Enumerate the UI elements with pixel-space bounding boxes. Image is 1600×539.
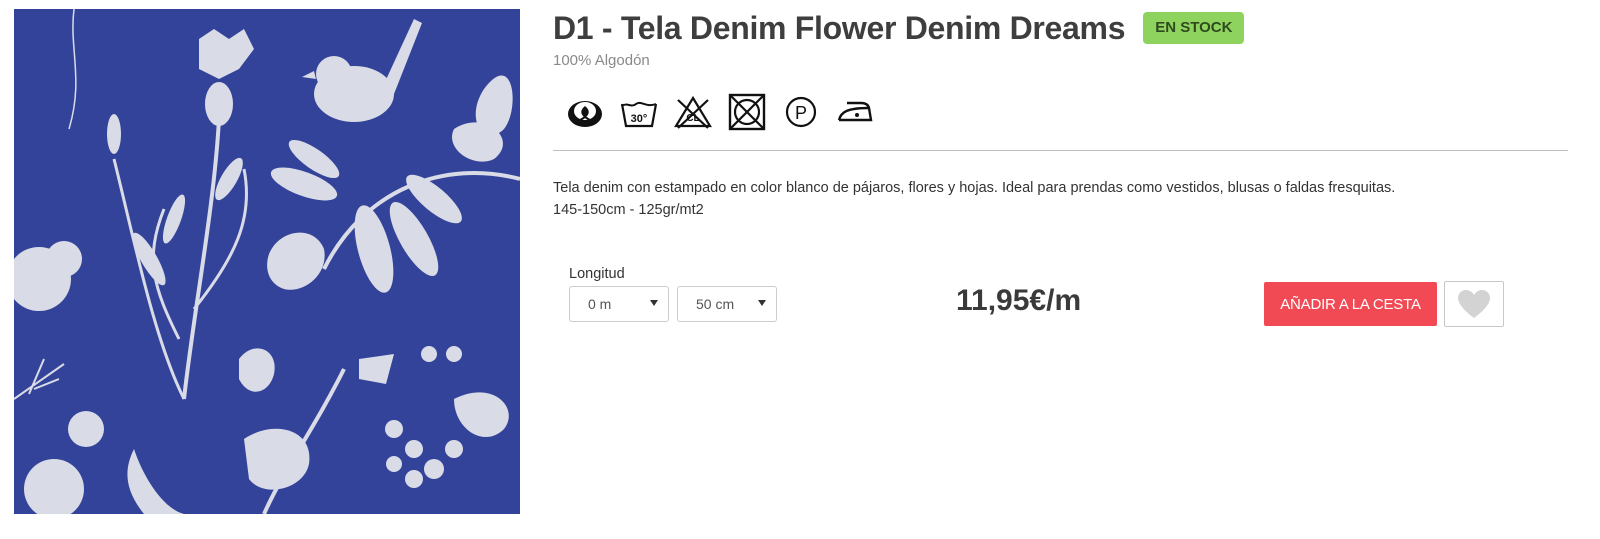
wash-30-label: 30° bbox=[631, 113, 648, 125]
cotton-icon bbox=[565, 92, 605, 132]
centimeters-select-value: 50 cm bbox=[696, 296, 735, 312]
wishlist-button[interactable] bbox=[1444, 281, 1504, 327]
chevron-down-icon bbox=[650, 300, 658, 306]
product-title: D1 - Tela Denim Flower Denim Dreams bbox=[553, 10, 1126, 46]
length-label: Longitud bbox=[569, 266, 625, 282]
chevron-down-icon bbox=[758, 300, 766, 306]
no-tumble-dry-icon bbox=[727, 92, 767, 132]
meters-select-value: 0 m bbox=[588, 296, 612, 312]
dry-clean-label: P bbox=[795, 103, 807, 123]
product-description: Tela denim con estampado en color blanco… bbox=[553, 177, 1395, 221]
dry-clean-p-icon: P bbox=[781, 92, 821, 132]
product-info: D1 - Tela Denim Flower Denim Dreams EN S… bbox=[553, 0, 1568, 539]
title-row: D1 - Tela Denim Flower Denim Dreams EN S… bbox=[553, 9, 1245, 47]
iron-low-icon bbox=[835, 92, 875, 132]
divider bbox=[553, 150, 1568, 151]
floral-denim-fabric-image bbox=[14, 9, 520, 514]
product-image[interactable] bbox=[14, 9, 520, 514]
heart-icon bbox=[1458, 290, 1490, 318]
no-bleach-icon: CL bbox=[673, 92, 713, 132]
wash-30-icon: 30° bbox=[619, 92, 659, 132]
fabric-specs: 145-150cm - 125gr/mt2 bbox=[553, 202, 704, 218]
add-to-cart-button[interactable]: AÑADIR A LA CESTA bbox=[1264, 282, 1437, 326]
price: 11,95€/m bbox=[956, 284, 1082, 317]
meters-select[interactable]: 0 m bbox=[569, 286, 669, 322]
stock-badge: EN STOCK bbox=[1143, 12, 1245, 44]
centimeters-select[interactable]: 50 cm bbox=[677, 286, 777, 322]
no-bleach-label: CL bbox=[686, 113, 699, 124]
care-icons: 30° CL P bbox=[565, 92, 889, 132]
description-text: Tela denim con estampado en color blanco… bbox=[553, 180, 1396, 196]
composition-text: 100% Algodón bbox=[553, 52, 650, 69]
